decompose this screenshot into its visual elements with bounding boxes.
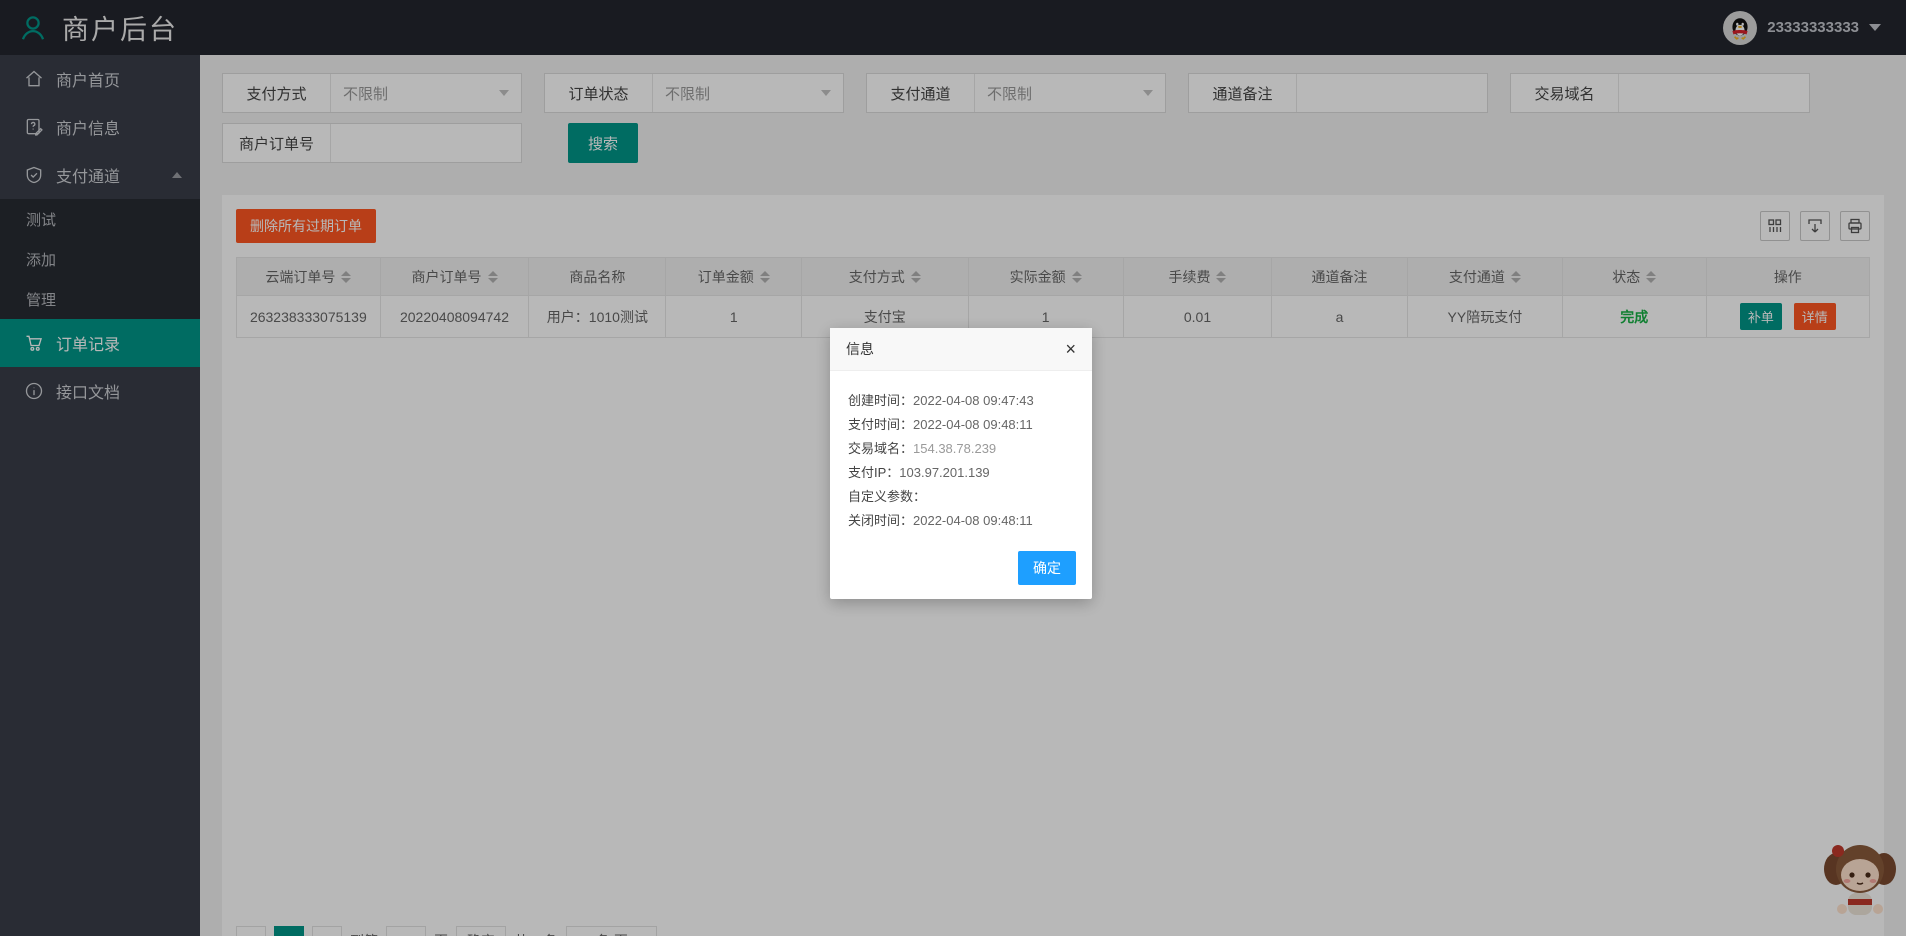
modal-body: 创建时间：2022-04-08 09:47:43 支付时间：2022-04-08… [830, 371, 1092, 539]
info-modal: 信息 × 创建时间：2022-04-08 09:47:43 支付时间：2022-… [830, 328, 1092, 599]
modal-line-trade-domain: 交易域名：154.38.78.239 [848, 437, 1074, 461]
modal-title: 信息 [846, 339, 874, 359]
modal-footer: 确定 [830, 539, 1092, 599]
modal-header: 信息 × [830, 328, 1092, 371]
modal-line-pay-time: 支付时间：2022-04-08 09:48:11 [848, 413, 1074, 437]
modal-line-create-time: 创建时间：2022-04-08 09:47:43 [848, 389, 1074, 413]
modal-line-close-time: 关闭时间：2022-04-08 09:48:11 [848, 509, 1074, 533]
ok-button[interactable]: 确定 [1018, 551, 1076, 585]
close-icon[interactable]: × [1065, 340, 1076, 358]
modal-line-pay-ip: 支付IP：103.97.201.139 [848, 461, 1074, 485]
modal-line-custom-params: 自定义参数： [848, 485, 1074, 509]
